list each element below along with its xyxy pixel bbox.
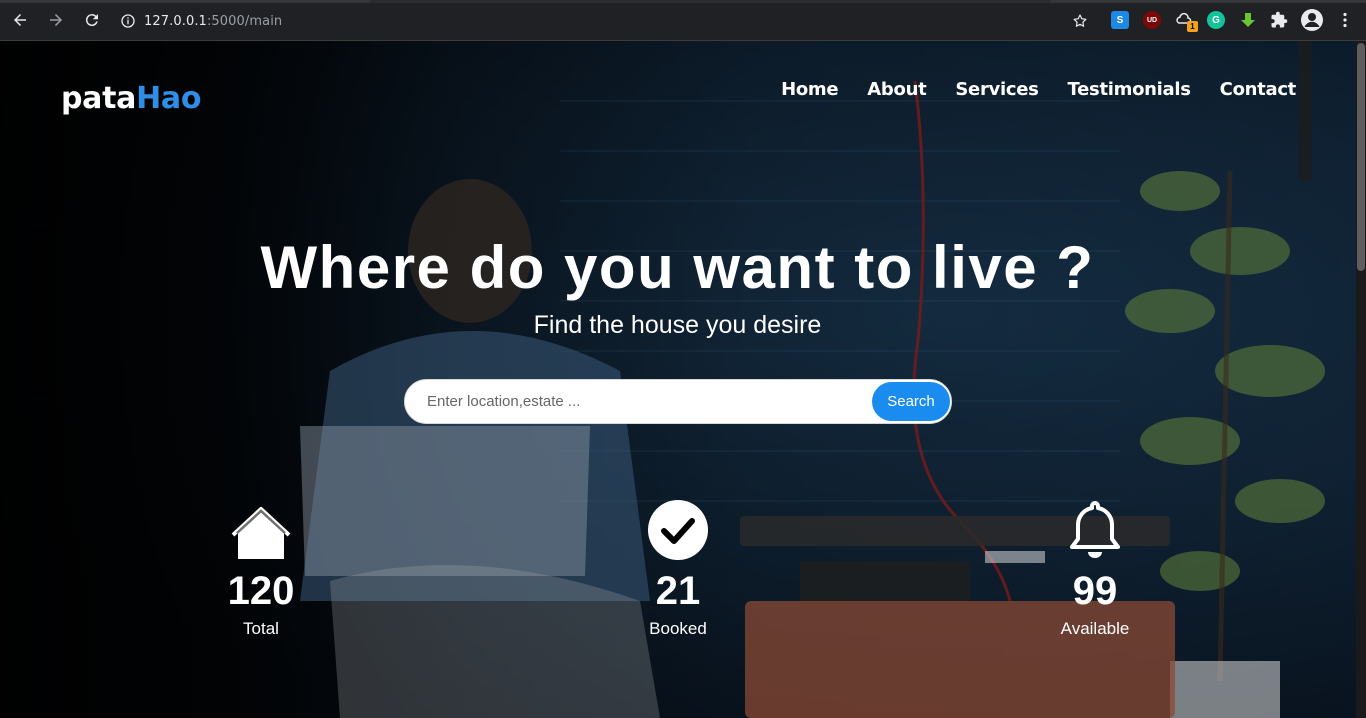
stat-total-value: 120: [227, 569, 295, 613]
reload-button[interactable]: [76, 4, 108, 36]
hero-title: Where do you want to live ?: [260, 234, 1095, 301]
hero-subtitle: Find the house you desire: [533, 311, 822, 339]
check-circle-icon: [648, 500, 708, 560]
house-icon: [231, 507, 291, 559]
stat-booked-label: Booked: [649, 619, 707, 638]
weather-extension-icon[interactable]: 1: [1175, 11, 1198, 32]
profile-avatar-icon[interactable]: [1301, 9, 1323, 31]
search-input[interactable]: [427, 380, 867, 423]
search-bar: Search: [404, 379, 952, 424]
address-bar[interactable]: 127.0.0.1:5000/main: [110, 6, 1100, 36]
stat-total: 120 Total: [181, 497, 341, 639]
puzzle-icon[interactable]: [1270, 11, 1288, 29]
brand-name-primary: pata: [61, 81, 137, 116]
reload-icon: [85, 14, 98, 27]
stat-available: 99 Available: [1015, 497, 1175, 639]
page-scrollbar[interactable]: [1356, 41, 1366, 718]
nav-link-about[interactable]: About: [867, 79, 926, 100]
nav-link-services[interactable]: Services: [955, 79, 1038, 100]
arrow-right-icon: [50, 14, 62, 26]
download-extension-icon[interactable]: [1239, 11, 1257, 29]
hero-section: pataHao Home About Services Testimonials…: [0, 41, 1366, 718]
stat-total-label: Total: [243, 619, 279, 638]
scrollbar-thumb[interactable]: [1357, 43, 1365, 271]
main-nav: Home About Services Testimonials Contact: [781, 79, 1296, 100]
url-text: 127.0.0.1:5000/main: [144, 14, 282, 29]
nav-link-testimonials[interactable]: Testimonials: [1068, 79, 1191, 100]
forward-button[interactable]: [40, 4, 72, 36]
nav-link-contact[interactable]: Contact: [1220, 79, 1297, 100]
search-button[interactable]: Search: [872, 382, 950, 421]
ublock-icon[interactable]: UD: [1143, 11, 1161, 29]
stat-available-label: Available: [1060, 619, 1130, 638]
extension-badge: 1: [1187, 21, 1198, 32]
browser-toolbar: 127.0.0.1:5000/main S UD 1 G: [0, 0, 1366, 41]
stat-booked-value: 21: [655, 569, 701, 613]
stat-available-value: 99: [1072, 569, 1118, 613]
info-icon[interactable]: [120, 13, 136, 29]
bell-icon: [1070, 501, 1120, 558]
brand-logo[interactable]: pataHao: [61, 81, 201, 116]
nav-link-home[interactable]: Home: [781, 79, 839, 100]
url-host: 127.0.0.1: [144, 13, 207, 29]
url-path: :5000/main: [206, 13, 283, 29]
more-vert-icon[interactable]: [1336, 11, 1354, 29]
tab-strip-edge: [0, 0, 1366, 3]
arrow-left-icon: [14, 14, 26, 26]
back-button[interactable]: [4, 4, 36, 36]
bookmark-star-icon[interactable]: [1072, 13, 1088, 29]
brand-name-accent: Hao: [136, 81, 202, 116]
grammarly-icon[interactable]: G: [1207, 11, 1225, 29]
s-extension-icon[interactable]: S: [1111, 11, 1129, 29]
stat-booked: 21 Booked: [598, 497, 758, 639]
